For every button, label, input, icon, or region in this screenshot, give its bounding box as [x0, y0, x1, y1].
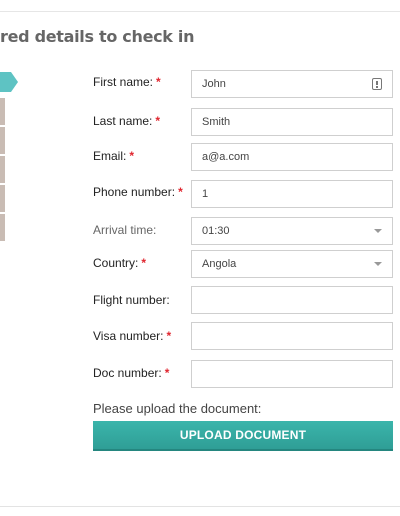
- required-marker: *: [164, 366, 170, 380]
- step-indicator[interactable]: [0, 185, 5, 212]
- visa-number-label: Visa number: *: [93, 329, 172, 343]
- step-indicator[interactable]: [0, 98, 5, 125]
- last-name-value: Smith: [202, 116, 231, 128]
- upload-prompt: Please upload the document:: [93, 401, 262, 416]
- phone-number-label: Phone number: *: [93, 185, 183, 199]
- arrival-time-value: 01:30: [202, 225, 230, 237]
- chevron-down-icon: [374, 229, 382, 233]
- first-name-value: John: [202, 78, 226, 90]
- first-name-label: First name: *: [93, 75, 161, 89]
- required-marker: *: [141, 256, 147, 270]
- required-marker: *: [178, 185, 183, 199]
- phone-number-input[interactable]: 1: [191, 180, 393, 208]
- phone-number-value: 1: [202, 188, 209, 200]
- first-name-input[interactable]: John: [191, 70, 393, 98]
- required-marker: *: [155, 114, 161, 128]
- bottom-divider: [0, 506, 400, 507]
- contact-card-icon[interactable]: [372, 78, 382, 90]
- email-input[interactable]: a@a.com: [191, 143, 393, 171]
- top-divider: [0, 0, 400, 12]
- arrival-time-select[interactable]: 01:30: [191, 217, 393, 245]
- last-name-label: Last name: *: [93, 114, 161, 128]
- email-value: a@a.com: [202, 151, 250, 163]
- visa-number-input[interactable]: [191, 322, 393, 350]
- step-indicator-active[interactable]: [0, 72, 11, 92]
- upload-document-button[interactable]: UPLOAD DOCUMENT: [93, 421, 393, 451]
- email-label: Email: *: [93, 149, 135, 163]
- page-heading: red details to check in: [0, 27, 195, 46]
- last-name-input[interactable]: Smith: [191, 108, 393, 136]
- step-indicator[interactable]: [0, 156, 5, 183]
- country-select[interactable]: Angola: [191, 250, 393, 278]
- flight-number-label: Flight number:: [93, 293, 170, 307]
- step-indicator[interactable]: [0, 127, 5, 154]
- flight-number-input[interactable]: [191, 286, 393, 314]
- country-label: Country: *: [93, 256, 147, 270]
- required-marker: *: [166, 329, 172, 343]
- chevron-down-icon: [374, 262, 382, 266]
- step-indicator-arrow: [11, 72, 18, 92]
- arrival-time-label: Arrival time:: [93, 223, 157, 237]
- required-marker: *: [156, 75, 161, 89]
- required-marker: *: [129, 149, 135, 163]
- country-value: Angola: [202, 258, 237, 270]
- doc-number-label: Doc number: *: [93, 366, 170, 380]
- doc-number-input[interactable]: [191, 360, 393, 388]
- step-indicator[interactable]: [0, 214, 5, 241]
